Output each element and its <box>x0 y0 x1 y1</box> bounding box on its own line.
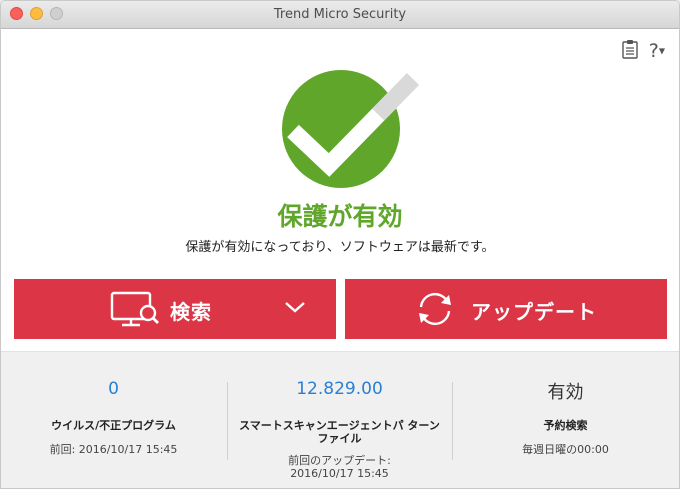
stat-threats[interactable]: 0 ウイルス/不正プログラム 前回: 2016/10/17 15:45 <box>1 352 226 488</box>
pattern-version: 12.829.00 <box>296 379 383 399</box>
last-scan-time: 前回: 2016/10/17 15:45 <box>49 443 178 456</box>
refresh-icon <box>413 291 457 331</box>
scheduled-scan-status: 有効 <box>547 382 584 403</box>
help-icon[interactable]: ?▼ <box>649 41 665 62</box>
help-label: ? <box>648 39 659 62</box>
status-description: 保護が有効になっており、ソフトウェアは最新です。 <box>185 240 495 255</box>
title-bar: Trend Micro Security <box>1 1 679 29</box>
last-update-time: 2016/10/17 15:45 <box>290 467 389 480</box>
last-update-label: 前回のアップデート: <box>288 454 391 467</box>
update-button-label: アップデート <box>471 300 597 324</box>
stat-pattern-file[interactable]: 12.829.00 スマートスキャンエージェントパ ターンファイル 前回のアップ… <box>227 352 452 488</box>
pattern-label: スマートスキャンエージェントパ ターンファイル <box>239 419 440 445</box>
clipboard-icon[interactable] <box>621 39 639 63</box>
stat-scheduled-scan[interactable]: 有効 予約検索 毎週日曜の00:00 <box>453 352 678 488</box>
monitor-search-icon <box>110 291 160 331</box>
threat-label: ウイルス/不正プログラム <box>51 419 176 432</box>
scan-button-label: 検索 <box>170 300 212 324</box>
last-update: 前回のアップデート: 2016/10/17 15:45 <box>231 454 448 480</box>
scan-button[interactable]: 検索 <box>14 279 336 339</box>
checkmark-icon <box>279 69 429 189</box>
status-title: 保護が有効 <box>277 202 403 231</box>
scheduled-scan-time: 毎週日曜の00:00 <box>522 443 609 456</box>
app-window: Trend Micro Security ?▼ 保護が有効 保護が有効になってお… <box>0 0 680 489</box>
stats-panel: 0 ウイルス/不正プログラム 前回: 2016/10/17 15:45 12.8… <box>1 351 679 488</box>
chevron-down-icon[interactable] <box>284 299 306 318</box>
scheduled-scan-label: 予約検索 <box>543 419 588 432</box>
window-title: Trend Micro Security <box>273 7 407 22</box>
threat-count: 0 <box>108 379 119 399</box>
toolbar: ?▼ <box>621 39 665 63</box>
update-button[interactable]: アップデート <box>345 279 667 339</box>
